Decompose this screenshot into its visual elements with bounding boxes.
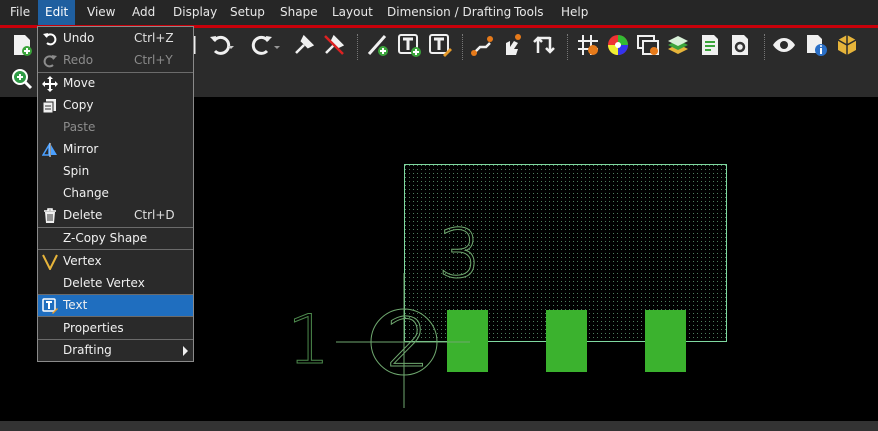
- redo-icon[interactable]: [250, 33, 274, 57]
- menu-item-label: Drafting: [63, 343, 112, 357]
- pad-2[interactable]: [546, 310, 587, 372]
- hand-route-icon[interactable]: [500, 33, 524, 57]
- vertex-icon: [40, 252, 60, 272]
- edit-text-icon[interactable]: [428, 33, 452, 57]
- menu-item-drafting[interactable]: Drafting: [38, 340, 193, 361]
- copy-icon: [40, 96, 60, 116]
- layers-window-icon[interactable]: [636, 33, 660, 57]
- submenu-arrow-icon: [183, 346, 188, 356]
- menu-item-label: Text: [63, 298, 88, 312]
- menu-tools[interactable]: Tools: [507, 0, 551, 25]
- menu-separator: [38, 249, 193, 250]
- menu-item-shortcut: Ctrl+Y: [134, 53, 173, 67]
- edit-menu-dropdown: Undo Ctrl+Z Redo Ctrl+Y Move Copy Paste …: [37, 26, 194, 362]
- menu-item-shortcut: Ctrl+D: [134, 208, 175, 222]
- menu-item-label: Delete: [63, 208, 103, 222]
- status-bar: [0, 421, 878, 431]
- trash-icon: [40, 206, 60, 226]
- menu-item-spin[interactable]: Spin: [38, 161, 193, 182]
- menu-item-copy[interactable]: Copy: [38, 95, 193, 116]
- unpin-icon[interactable]: [322, 33, 346, 57]
- move-icon: [40, 74, 60, 94]
- menu-item-label: Delete Vertex: [63, 276, 145, 290]
- menu-item-label: Z-Copy Shape: [63, 231, 148, 245]
- menu-item-z-copy-shape[interactable]: Z-Copy Shape: [38, 228, 193, 249]
- menu-file[interactable]: File: [3, 0, 37, 25]
- menu-item-label: Undo: [63, 31, 95, 45]
- menu-add[interactable]: Add: [125, 0, 162, 25]
- grid-icon[interactable]: [576, 33, 600, 57]
- add-text-icon[interactable]: [397, 33, 421, 57]
- toolbar-separator: [764, 34, 766, 60]
- menu-view[interactable]: View: [80, 0, 122, 25]
- pad-3[interactable]: [645, 310, 686, 372]
- menu-item-label: Change: [63, 186, 109, 200]
- pin-label-3: 3: [438, 215, 481, 294]
- new-file-icon[interactable]: [10, 33, 34, 57]
- menu-setup[interactable]: Setup: [223, 0, 272, 25]
- menu-layout[interactable]: Layout: [325, 0, 380, 25]
- menu-item-delete-vertex[interactable]: Delete Vertex: [38, 273, 193, 294]
- menu-item-delete[interactable]: Delete Ctrl+D: [38, 205, 193, 226]
- menu-item-undo[interactable]: Undo Ctrl+Z: [38, 28, 193, 49]
- redo-dropdown-icon[interactable]: [272, 35, 282, 59]
- report-icon[interactable]: [698, 33, 722, 57]
- menu-item-move[interactable]: Move: [38, 73, 193, 94]
- menu-item-change[interactable]: Change: [38, 183, 193, 204]
- color-wheel-icon[interactable]: [606, 33, 630, 57]
- menu-separator: [38, 316, 193, 317]
- route-icon[interactable]: [470, 33, 494, 57]
- pin-label-1: 1: [287, 301, 330, 380]
- layer-stack-icon[interactable]: [666, 33, 690, 57]
- menu-item-label: Spin: [63, 164, 90, 178]
- menu-item-vertex[interactable]: Vertex: [38, 251, 193, 272]
- menu-bar: File Edit View Add Display Setup Shape L…: [0, 0, 878, 25]
- redo-icon: [40, 51, 60, 71]
- menu-dimension-drafting[interactable]: Dimension / Drafting: [380, 0, 518, 25]
- pin-label-2: 2: [386, 304, 429, 383]
- zoom-icon[interactable]: [10, 67, 34, 91]
- undo-icon: [40, 29, 60, 49]
- add-line-icon[interactable]: [366, 33, 390, 57]
- menu-help[interactable]: Help: [554, 0, 595, 25]
- 3d-package-icon[interactable]: [835, 33, 859, 57]
- file-info-icon[interactable]: [804, 33, 828, 57]
- mirror-icon: [40, 140, 60, 160]
- toolbar-separator: [462, 34, 464, 60]
- toolbar-separator: [567, 34, 569, 60]
- toolbar-separator: [357, 34, 359, 60]
- menu-item-label: Properties: [63, 321, 124, 335]
- menu-item-label: Vertex: [63, 254, 102, 268]
- menu-item-label: Paste: [63, 120, 96, 134]
- pad-1[interactable]: [447, 310, 488, 372]
- menu-item-redo[interactable]: Redo Ctrl+Y: [38, 50, 193, 71]
- menu-item-label: Move: [63, 76, 96, 90]
- pin-icon[interactable]: [292, 33, 316, 57]
- undo-dropdown-icon[interactable]: [226, 35, 236, 59]
- menu-item-label: Mirror: [63, 142, 99, 156]
- menu-item-label: Copy: [63, 98, 94, 112]
- menu-shape[interactable]: Shape: [273, 0, 325, 25]
- menu-edit[interactable]: Edit: [38, 0, 76, 25]
- swap-icon[interactable]: [532, 33, 556, 57]
- menu-display[interactable]: Display: [166, 0, 224, 25]
- menu-item-label: Redo: [63, 53, 94, 67]
- menu-item-paste[interactable]: Paste: [38, 117, 193, 138]
- menu-item-mirror[interactable]: Mirror: [38, 139, 193, 160]
- menu-item-shortcut: Ctrl+Z: [134, 31, 174, 45]
- menu-item-text[interactable]: Text: [38, 295, 193, 316]
- menu-item-properties[interactable]: Properties: [38, 318, 193, 339]
- text-icon: [40, 296, 60, 316]
- settings-file-icon[interactable]: [728, 33, 752, 57]
- eye-icon[interactable]: [772, 33, 796, 57]
